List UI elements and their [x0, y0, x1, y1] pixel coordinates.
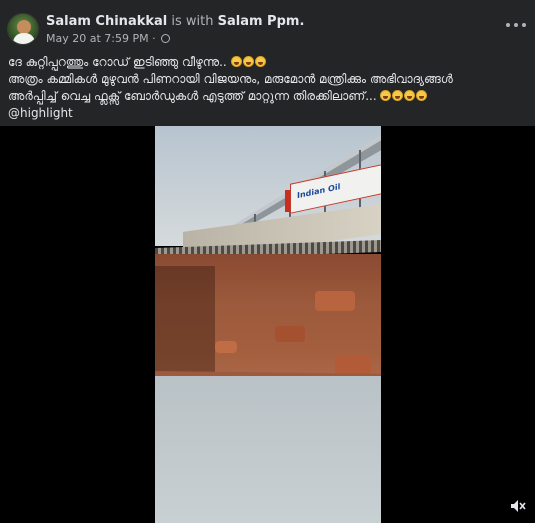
avatar[interactable]: [7, 13, 39, 45]
author-name[interactable]: Salam Chinakkal: [46, 14, 167, 29]
author-line: Salam Chinakkal is with Salam Ppm.: [46, 14, 304, 30]
highlight-mention[interactable]: @highlight: [8, 106, 73, 120]
is-with-text: is with: [171, 14, 214, 29]
rock: [335, 356, 371, 374]
volume-mute-icon[interactable]: [510, 498, 526, 514]
post-date[interactable]: May 20 at 7:59 PM: [46, 32, 149, 45]
video-player[interactable]: Indian Oil: [0, 126, 535, 523]
laughing-emoji-icon: [230, 56, 242, 67]
laughing-emoji-icon: [254, 56, 266, 67]
post-header: Salam Chinakkal is with Salam Ppm. May 2…: [0, 0, 535, 126]
post-line-1: ദേ കുറ്റിപ്പുറത്തും റോഡ് ഇടിഞ്ഞു വീഴുന്ന…: [8, 54, 528, 71]
post-text: ദേ കുറ്റിപ്പുറത്തും റോഡ് ഇടിഞ്ഞു വീഴുന്ന…: [8, 54, 528, 122]
tagged-name[interactable]: Salam Ppm.: [218, 14, 305, 29]
laughing-emoji-icon: [392, 90, 404, 101]
sign-text: Indian Oil: [297, 182, 341, 201]
laughing-emoji-icon: [404, 90, 416, 101]
laughing-emoji-icon: [242, 56, 254, 67]
laughing-emoji-icon: [380, 90, 392, 101]
rock: [275, 326, 305, 342]
meta-separator: ·: [152, 32, 156, 45]
concrete-floor: [155, 376, 381, 523]
more-options-icon[interactable]: [504, 18, 528, 32]
earth-shadow: [155, 266, 215, 376]
laughing-emoji-icon: [416, 90, 428, 101]
rock: [315, 291, 355, 311]
post-line-3: അർപ്പിച്ച് വെച്ച ഫ്ലക്സ് ബോർഡുകൾ എടുത്ത്…: [8, 88, 528, 105]
hashtag-line: @highlight: [8, 105, 528, 122]
globe-icon: [161, 34, 171, 43]
rock: [215, 341, 237, 353]
post-line-2: അത്രം കമ്മികൾ മുഴുവൻ പിണറായി വിജയനും, മര…: [8, 72, 453, 86]
post-meta: May 20 at 7:59 PM ·: [46, 32, 171, 46]
video-frame[interactable]: Indian Oil: [155, 126, 381, 523]
